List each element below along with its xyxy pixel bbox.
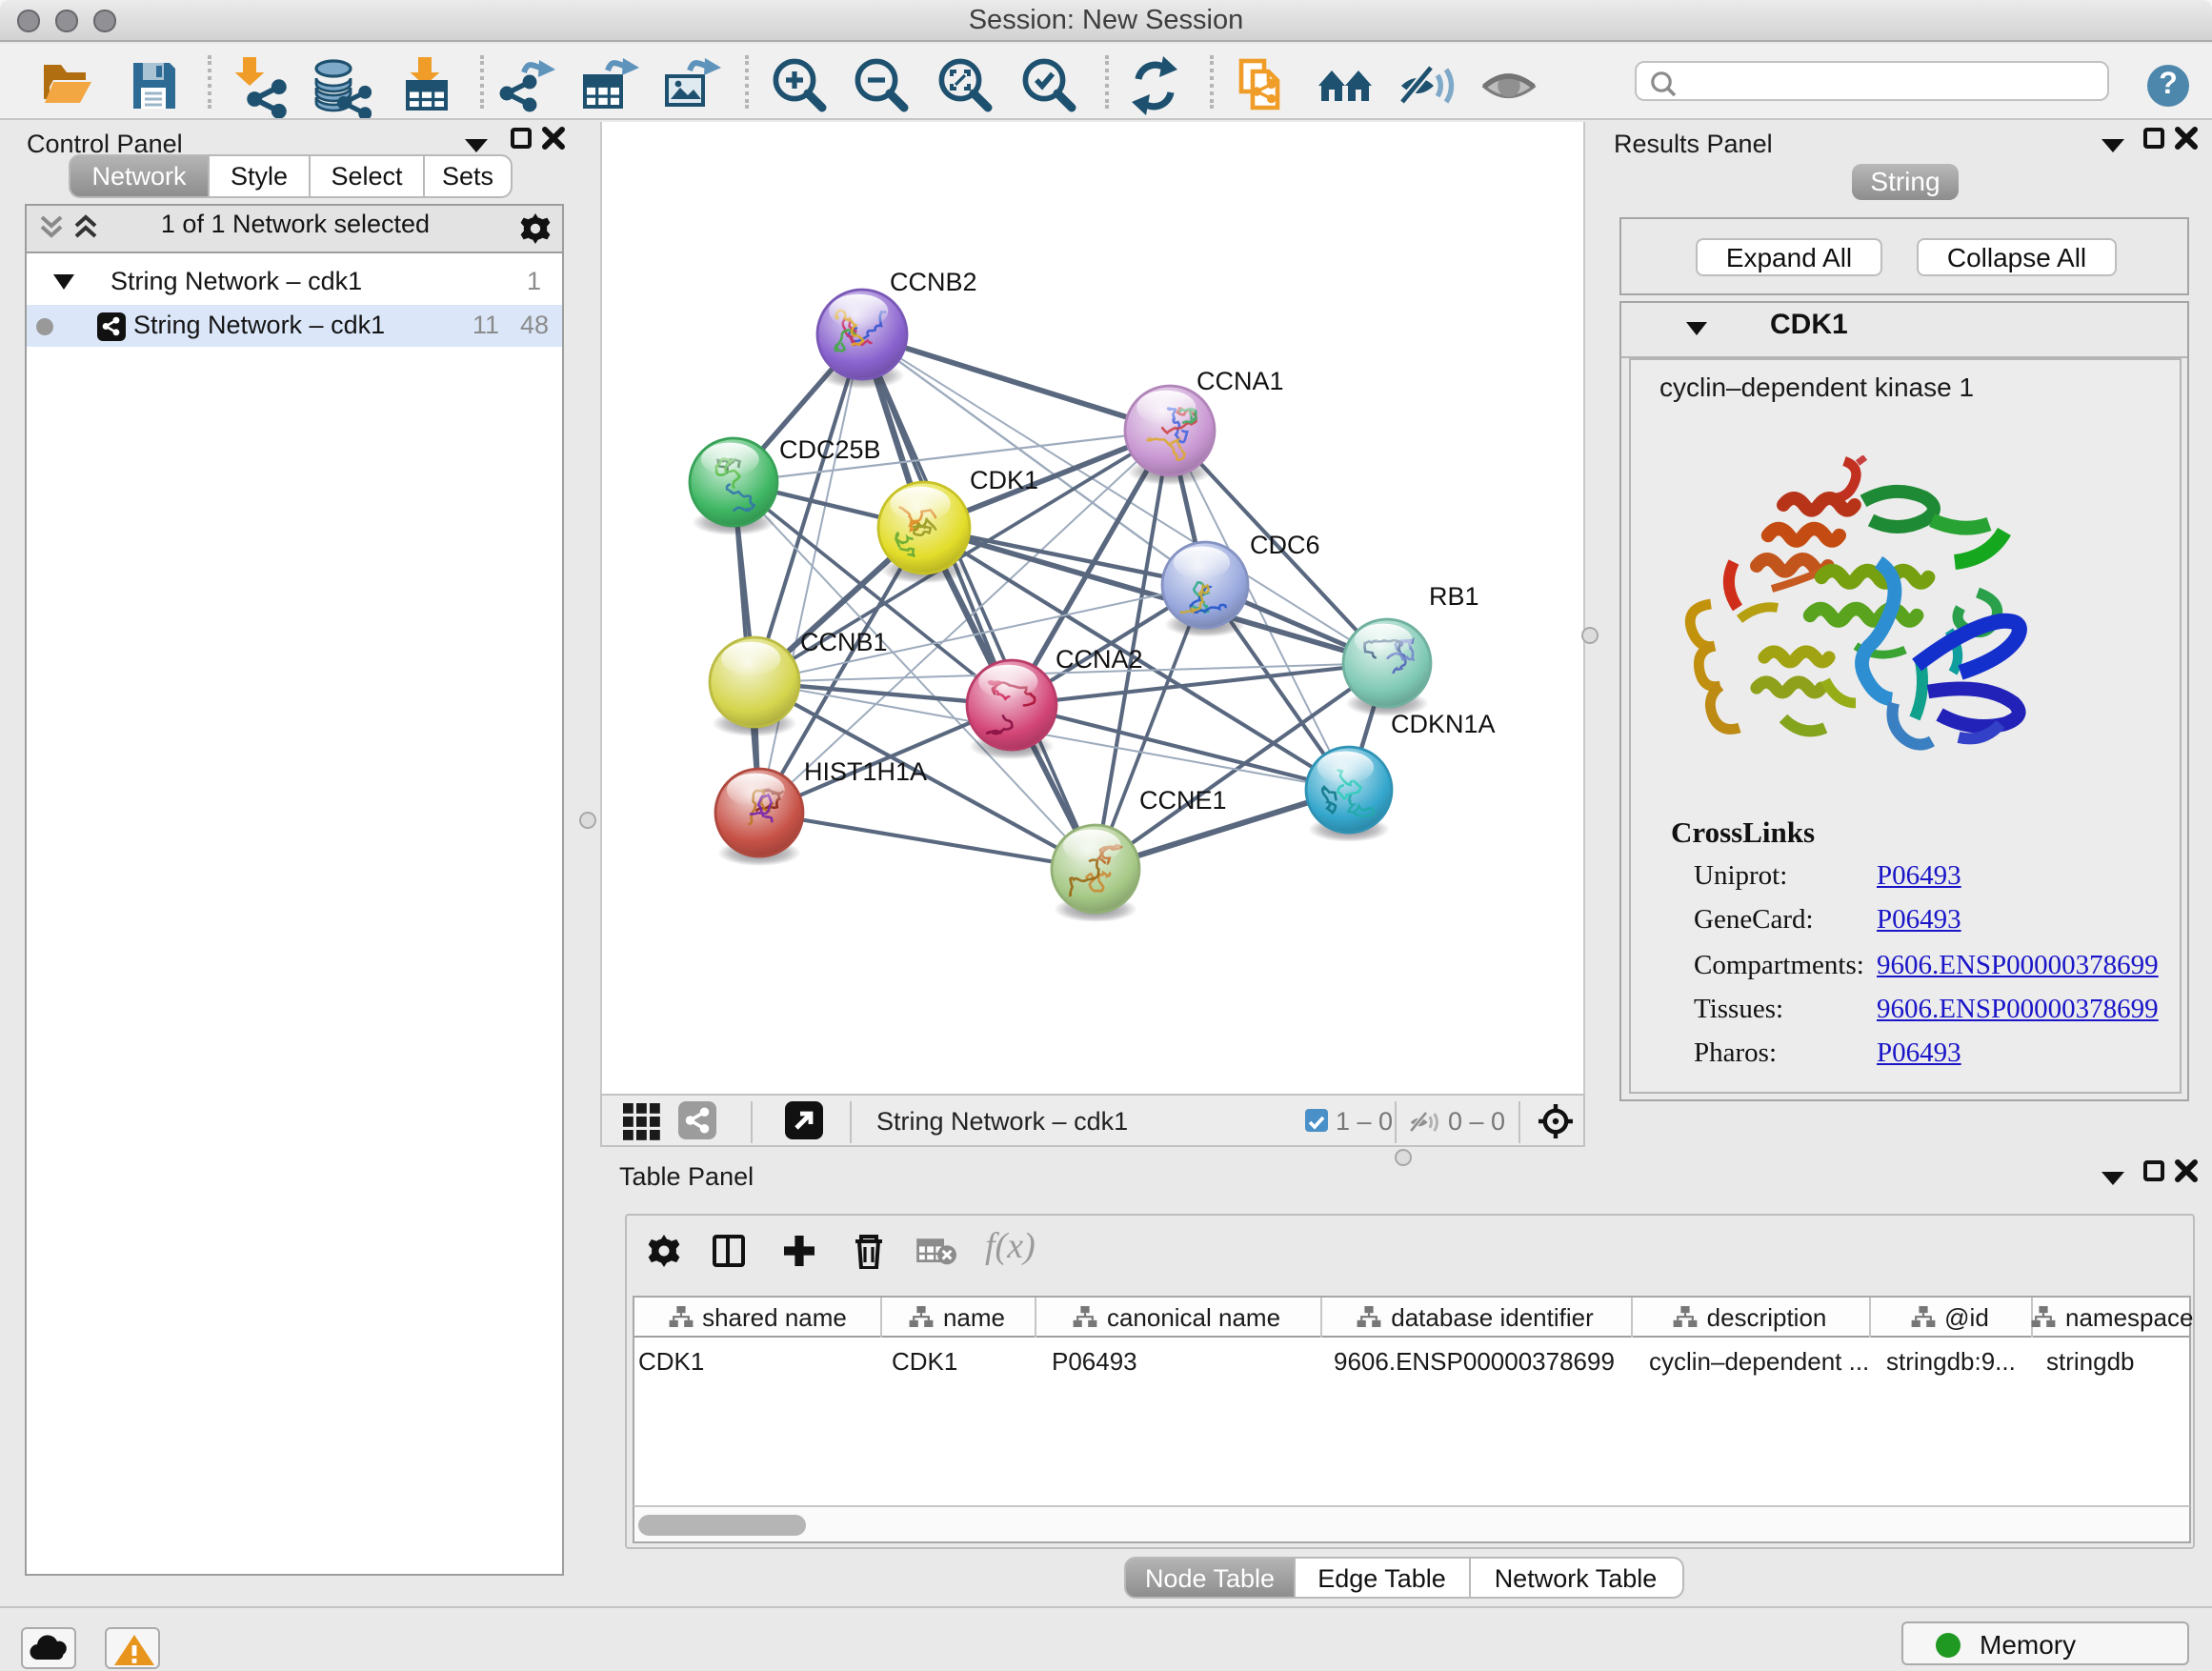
svg-text:CCNB2: CCNB2	[890, 267, 977, 295]
svg-text:CDK1: CDK1	[970, 465, 1038, 493]
svg-text:CCNA2: CCNA2	[1056, 644, 1143, 673]
svg-text:CCNA1: CCNA1	[1196, 366, 1284, 394]
svg-text:CDC25B: CDC25B	[779, 434, 881, 463]
svg-text:CDKN1A: CDKN1A	[1391, 709, 1496, 737]
svg-text:CDC6: CDC6	[1250, 530, 1320, 558]
svg-text:CCNE1: CCNE1	[1139, 785, 1227, 814]
svg-text:HIST1H1A: HIST1H1A	[804, 756, 927, 785]
svg-text:CCNB1: CCNB1	[800, 627, 888, 655]
svg-text:RB1: RB1	[1429, 581, 1479, 610]
